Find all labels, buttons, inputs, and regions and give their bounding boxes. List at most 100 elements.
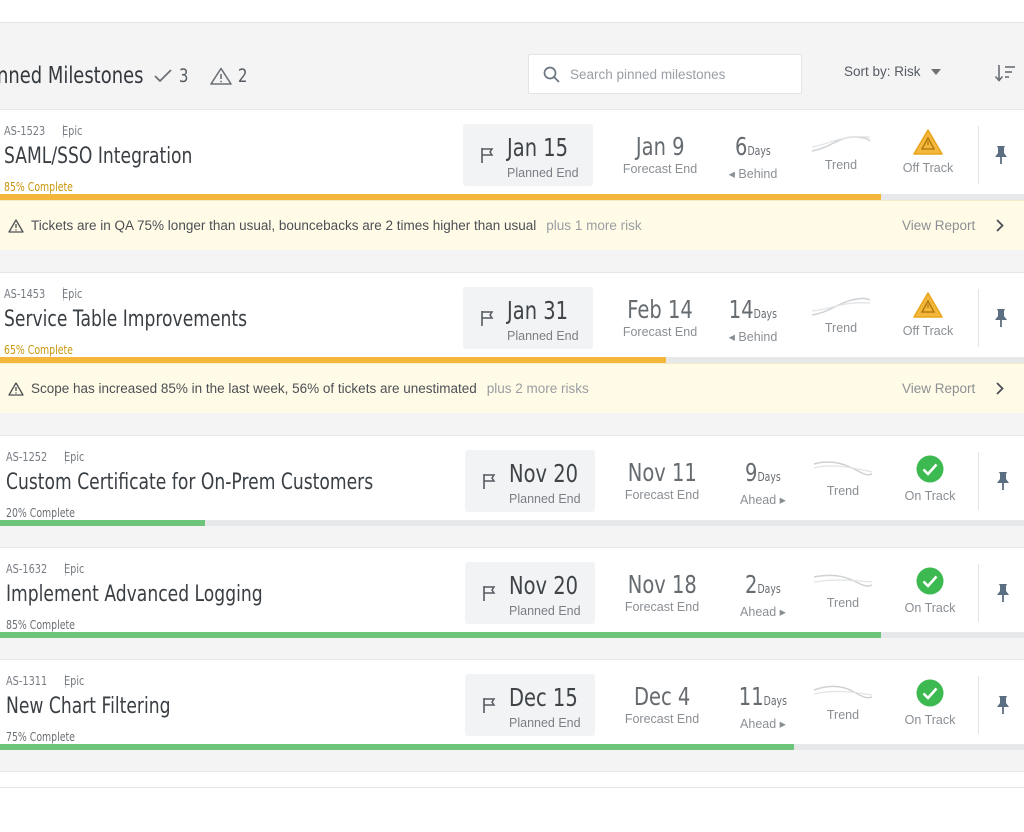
forecast-date: Nov 11	[627, 458, 697, 487]
pin-icon[interactable]	[993, 308, 1009, 328]
planned-end: Nov 20 Planned End	[465, 450, 595, 512]
planned-date: Jan 31	[507, 296, 569, 325]
pin-icon[interactable]	[995, 695, 1011, 715]
planned-label: Planned End	[509, 492, 581, 506]
days-direction: Ahead	[740, 717, 777, 731]
milestone-meta: AS-1311 Epic	[6, 673, 90, 688]
view-report-link[interactable]: View Report	[902, 218, 975, 233]
flag-icon	[483, 698, 496, 713]
pin-icon[interactable]	[995, 583, 1011, 603]
milestones-panel: inned Milestones 3 2 Sort by: Risk	[0, 22, 1024, 788]
planned-end: Jan 15 Planned End	[463, 124, 593, 186]
days-unit: Days	[757, 582, 781, 596]
milestone-card[interactable]: AS-1453 Epic Service Table Improvements 6…	[0, 272, 1024, 413]
progress-label: 20% Complete	[6, 506, 75, 520]
triangle-left-icon: ◂	[728, 167, 735, 181]
trend-sparkline	[813, 574, 873, 587]
planned-date: Nov 20	[509, 459, 579, 488]
planned-label: Planned End	[507, 329, 579, 343]
milestone-meta: AS-1453 Epic	[4, 286, 88, 301]
issue-key: AS-1453	[4, 286, 46, 301]
issue-key: AS-1632	[6, 561, 48, 576]
milestone-row[interactable]: AS-1523 Epic SAML/SSO Integration 85% Com…	[0, 110, 1024, 200]
planned-label: Planned End	[507, 166, 579, 180]
forecast-label: Forecast End	[624, 488, 700, 502]
sort-order-icon[interactable]	[994, 63, 1016, 83]
trend: Trend	[806, 132, 876, 172]
progress-label: 75% Complete	[6, 730, 75, 744]
planned-date: Nov 20	[509, 571, 579, 600]
track-status: On Track	[885, 566, 975, 615]
pin-icon[interactable]	[995, 471, 1011, 491]
pin-icon[interactable]	[993, 145, 1009, 165]
milestone-row[interactable]: AS-1252 Epic Custom Certificate for On-Pr…	[0, 436, 1024, 526]
milestone-card[interactable]: AS-1523 Epic SAML/SSO Integration 85% Com…	[0, 109, 1024, 250]
progress-bar	[0, 520, 1024, 526]
warning-icon	[913, 292, 943, 318]
triangle-right-icon: ▸	[779, 605, 786, 619]
forecast-date: Feb 14	[627, 295, 693, 324]
triangle-right-icon: ▸	[779, 717, 786, 731]
issue-type: Epic	[61, 286, 83, 301]
warning-icon	[210, 67, 232, 85]
days-variance: 9Days Ahead ▸	[728, 458, 798, 508]
days-number: 14	[728, 295, 754, 324]
milestone-card[interactable]: AS-1632 Epic Implement Advanced Logging 8…	[0, 547, 1024, 638]
milestone-card[interactable]: AS-1252 Epic Custom Certificate for On-Pr…	[0, 435, 1024, 526]
forecast-date: Nov 18	[627, 570, 697, 599]
planned-end: Jan 31 Planned End	[463, 287, 593, 349]
chevron-right-icon[interactable]	[996, 382, 1004, 395]
trend-label: Trend	[826, 708, 860, 722]
days-unit: Days	[753, 307, 778, 321]
forecast-end: Nov 18 Forecast End	[614, 570, 710, 615]
milestone-name: New Chart Filtering	[6, 694, 171, 719]
sort-label: Sort by: Risk	[844, 64, 921, 79]
status-label: On Track	[904, 601, 956, 615]
triangle-right-icon: ▸	[779, 493, 786, 507]
trend-sparkline	[811, 136, 871, 152]
milestone-card[interactable]: AS-1311 Epic New Chart Filtering 75% Comp…	[0, 659, 1024, 750]
forecast-label: Forecast End	[622, 162, 698, 176]
check-icon	[154, 69, 172, 83]
milestone-row[interactable]: AS-1311 Epic New Chart Filtering 75% Comp…	[0, 660, 1024, 750]
status-label: On Track	[904, 713, 956, 727]
trend-label: Trend	[826, 596, 860, 610]
progress-label: 85% Complete	[6, 618, 75, 632]
warning-count: 2	[210, 65, 250, 87]
trend: Trend	[808, 682, 878, 722]
days-variance: 6Days ◂ Behind	[718, 132, 788, 182]
milestone-row[interactable]: AS-1632 Epic Implement Advanced Logging 8…	[0, 548, 1024, 638]
flag-icon	[481, 311, 494, 326]
chevron-right-icon[interactable]	[996, 219, 1004, 232]
days-unit: Days	[763, 694, 788, 708]
forecast-end: Dec 4 Forecast End	[614, 683, 710, 727]
days-number: 9	[745, 458, 758, 487]
days-number: 6	[735, 132, 748, 161]
flag-icon	[481, 148, 494, 163]
risk-banner[interactable]: Tickets are in QA 75% longer than usual,…	[0, 200, 1024, 250]
planned-date: Jan 15	[507, 133, 569, 162]
view-report-link[interactable]: View Report	[902, 381, 975, 396]
progress-label: 65% Complete	[4, 343, 73, 357]
forecast-label: Forecast End	[622, 325, 698, 339]
planned-end: Dec 15 Planned End	[465, 674, 595, 736]
milestone-meta: AS-1632 Epic	[6, 561, 90, 576]
page-title: inned Milestones	[0, 63, 144, 89]
milestone-name: Implement Advanced Logging	[6, 582, 263, 607]
planned-label: Planned End	[509, 716, 581, 730]
progress-label: 85% Complete	[4, 180, 73, 194]
issue-key: AS-1311	[6, 673, 48, 688]
forecast-date: Jan 9	[635, 132, 685, 161]
milestone-card-partial[interactable]	[0, 771, 1024, 787]
trend: Trend	[808, 458, 878, 498]
status-label: Off Track	[902, 324, 954, 338]
track-status: On Track	[885, 678, 975, 727]
trend-label: Trend	[824, 321, 858, 335]
risk-text: Tickets are in QA 75% longer than usual,…	[31, 218, 537, 233]
milestone-row[interactable]: AS-1453 Epic Service Table Improvements 6…	[0, 273, 1024, 363]
search-input[interactable]	[570, 66, 790, 82]
sort-dropdown[interactable]: Sort by: Risk	[844, 64, 941, 79]
issue-type: Epic	[63, 561, 85, 576]
warning-icon	[913, 129, 943, 155]
risk-banner[interactable]: Scope has increased 85% in the last week…	[0, 363, 1024, 413]
